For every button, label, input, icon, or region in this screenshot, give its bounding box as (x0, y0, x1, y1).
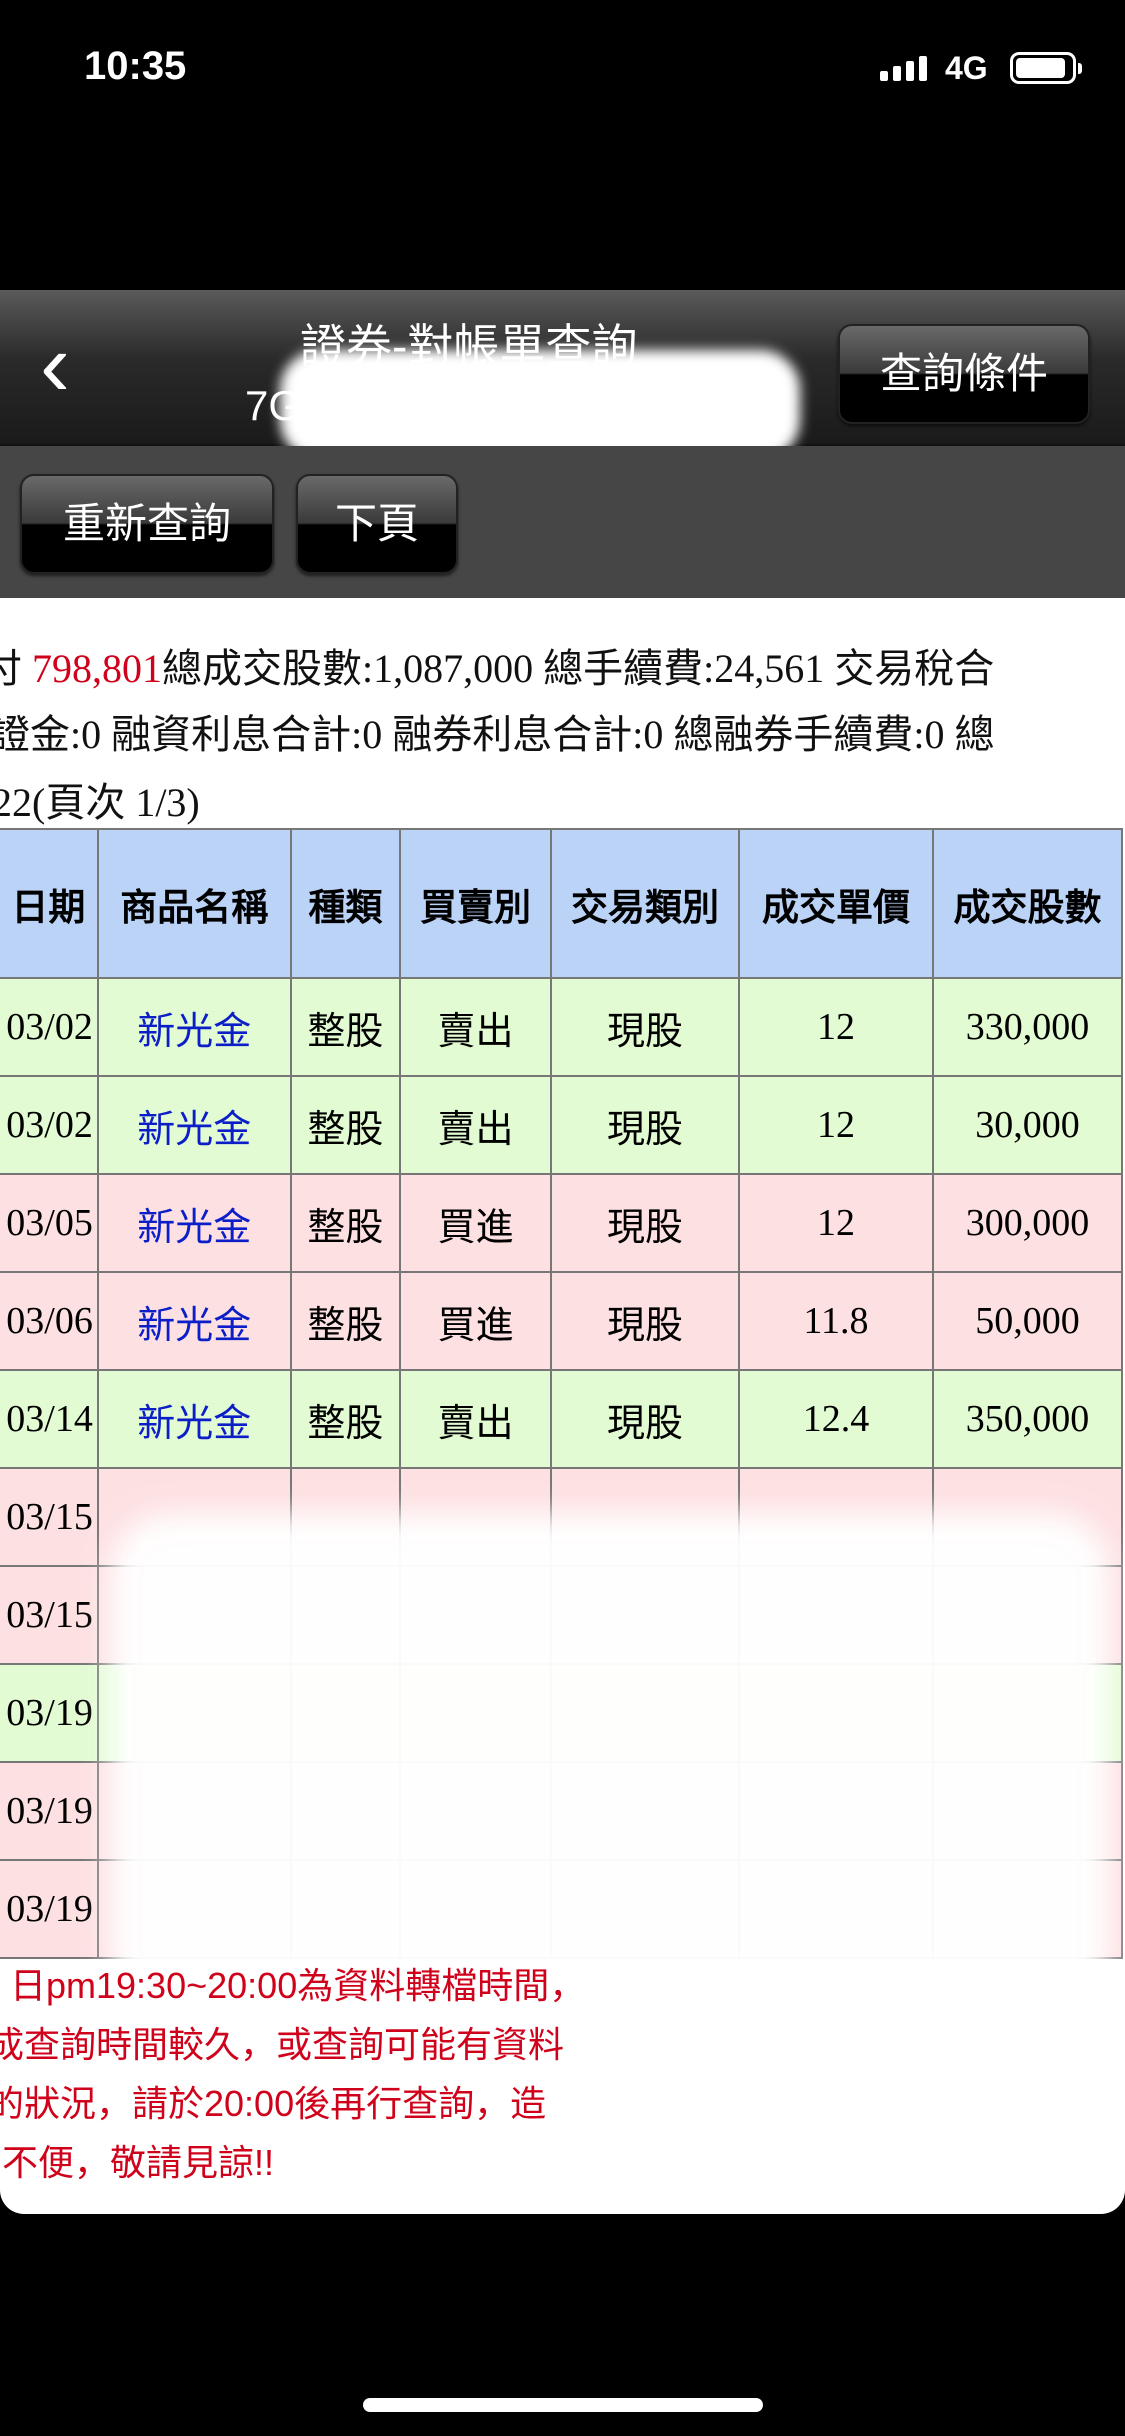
table-cell: 現股 (549, 1173, 741, 1273)
table-row[interactable]: 03/14 新光金 整股 賣出 現股 12.4 350,000 (0, 1369, 1124, 1469)
column-header: 交易類別 (549, 828, 741, 979)
table-cell: 12 (738, 1075, 934, 1175)
statement-content: 付 798,801總成交股數:1,087,000 總手續費:24,561 交易稅… (0, 598, 1125, 2214)
column-header: 種類 (289, 828, 401, 979)
table-cell[interactable]: 新光金 (96, 1075, 292, 1175)
table-cell: 整股 (289, 1075, 401, 1175)
table-cell: 12 (738, 1173, 934, 1273)
query-conditions-button[interactable]: 查詢條件 (838, 324, 1090, 424)
notice-line: 日pm19:30~20:00為資料轉檔時間， (10, 1965, 586, 2006)
column-header: 買賣別 (398, 828, 552, 979)
table-cell: 350,000 (931, 1369, 1124, 1469)
table-cell: 12 (738, 977, 934, 1077)
requery-button[interactable]: 重新查詢 (20, 474, 274, 574)
home-indicator[interactable] (363, 2398, 763, 2412)
signal-icon (880, 56, 927, 81)
page-indicator: 22(頁次 1/3) (0, 780, 200, 825)
table-cell: 03/15 (0, 1565, 99, 1665)
table-cell: 03/05 (0, 1173, 99, 1273)
column-header: 商品名稱 (96, 828, 292, 979)
table-cell: 03/19 (0, 1859, 99, 1959)
summary-line-2: 證金:0 融資利息合計:0 融券利息合計:0 總融券手續費:0 總 (0, 712, 995, 757)
table-cell[interactable]: 新光金 (96, 1271, 292, 1371)
table-cell: 300,000 (931, 1173, 1124, 1273)
nav-bar: ‹ 證券-對帳單查詢 7G 查詢條件 (0, 290, 1125, 460)
clock: 10:35 (84, 44, 187, 88)
table-cell: 330,000 (931, 977, 1124, 1077)
table-cell: 03/06 (0, 1271, 99, 1371)
table-cell: 50,000 (931, 1271, 1124, 1371)
table-row[interactable]: 03/06 新光金 整股 買進 現股 11.8 50,000 (0, 1271, 1124, 1371)
table-cell: 03/02 (0, 1075, 99, 1175)
table-cell: 整股 (289, 977, 401, 1077)
table-cell: 現股 (549, 1075, 741, 1175)
column-header: 成交單價 (738, 828, 934, 979)
back-button[interactable]: ‹ (40, 320, 70, 410)
table-cell: 現股 (549, 1369, 741, 1469)
table-cell: 整股 (289, 1173, 401, 1273)
table-cell: 買進 (398, 1173, 552, 1273)
battery-icon (1010, 52, 1082, 84)
chevron-left-icon: ‹ (40, 315, 70, 415)
net-amount: 798,801 (32, 646, 162, 691)
table-cell: 03/19 (0, 1663, 99, 1763)
table-cell: 買進 (398, 1271, 552, 1371)
notice-line: 不便，敬請見諒!! (2, 2142, 275, 2183)
table-cell: 03/19 (0, 1761, 99, 1861)
table-cell: 12.4 (738, 1369, 934, 1469)
table-cell[interactable]: 新光金 (96, 1173, 292, 1273)
table-cell: 整股 (289, 1271, 401, 1371)
table-cell: 現股 (549, 1271, 741, 1371)
table-row[interactable]: 03/02 新光金 整股 賣出 現股 12 330,000 (0, 977, 1124, 1077)
table-header: 日期 商品名稱 種類 買賣別 交易類別 成交單價 成交股數 (0, 828, 1124, 979)
network-type: 4G (945, 50, 988, 86)
table-cell: 03/02 (0, 977, 99, 1077)
table-cell: 03/14 (0, 1369, 99, 1469)
table-cell: 11.8 (738, 1271, 934, 1371)
table-cell[interactable]: 新光金 (96, 977, 292, 1077)
notice-line: 成查詢時間較久，或查詢可能有資料 (0, 2024, 565, 2065)
toolbar: 重新查詢 下頁 (0, 446, 1125, 598)
summary-totals: 總成交股數:1,087,000 總手續費:24,561 交易稅合 (162, 646, 995, 691)
table-cell: 賣出 (398, 1369, 552, 1469)
table-row[interactable]: 03/05 新光金 整股 買進 現股 12 300,000 (0, 1173, 1124, 1273)
column-header: 日期 (0, 828, 99, 979)
status-bar: 10:35 4G (0, 0, 1125, 290)
table-cell: 賣出 (398, 1075, 552, 1175)
table-cell: 現股 (549, 977, 741, 1077)
maintenance-notice: 日pm19:30~20:00為資料轉檔時間， 成查詢時間較久，或查詢可能有資料 … (0, 1956, 586, 2192)
table-cell: 30,000 (931, 1075, 1124, 1175)
redaction (110, 1513, 1110, 2013)
column-header: 成交股數 (931, 828, 1124, 979)
table-cell: 03/15 (0, 1467, 99, 1567)
next-page-button[interactable]: 下頁 (296, 474, 458, 574)
table-cell: 整股 (289, 1369, 401, 1469)
table-cell[interactable]: 新光金 (96, 1369, 292, 1469)
redaction (280, 350, 800, 460)
notice-line: 的狀況，請於20:00後再行查詢，造 (0, 2083, 547, 2124)
summary-prefix: 付 (0, 646, 22, 691)
summary-line-1: 付 798,801總成交股數:1,087,000 總手續費:24,561 交易稅… (0, 636, 994, 694)
table-cell: 賣出 (398, 977, 552, 1077)
table-row[interactable]: 03/02 新光金 整股 賣出 現股 12 30,000 (0, 1075, 1124, 1175)
